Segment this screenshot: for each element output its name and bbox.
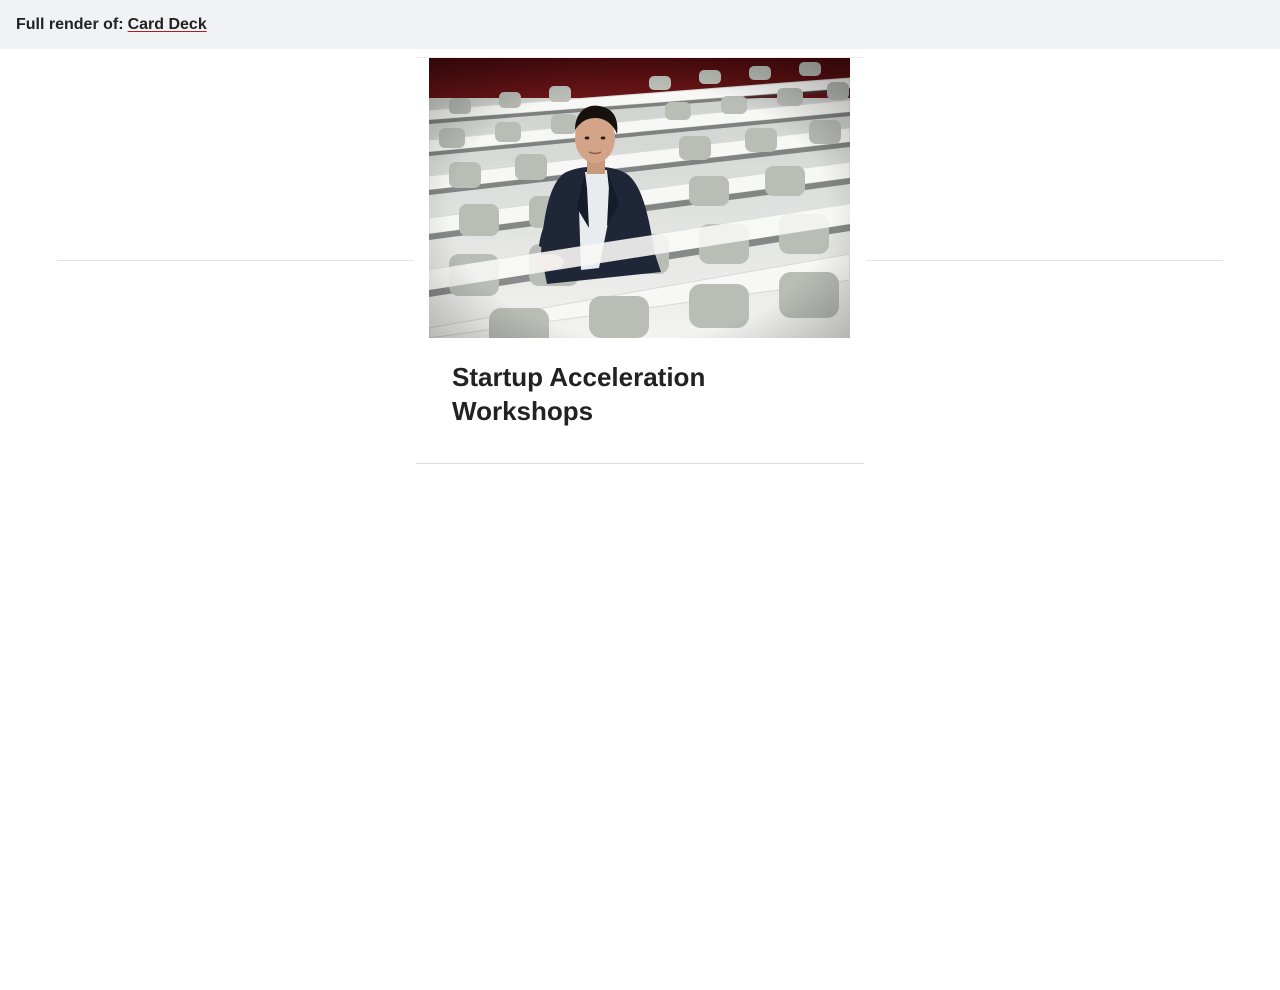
- render-label: Full render of:: [16, 15, 124, 33]
- card-image[interactable]: [429, 58, 850, 338]
- card-deck-link[interactable]: Card Deck: [128, 16, 207, 34]
- top-bar: Full render of: Card Deck: [0, 0, 1280, 49]
- divider-right: [866, 260, 1223, 261]
- card-title[interactable]: Startup Acceleration Workshops: [452, 360, 832, 428]
- divider-left: [57, 260, 414, 261]
- lecture-hall-photo: [429, 58, 850, 338]
- card[interactable]: Startup Acceleration Workshops: [416, 57, 864, 464]
